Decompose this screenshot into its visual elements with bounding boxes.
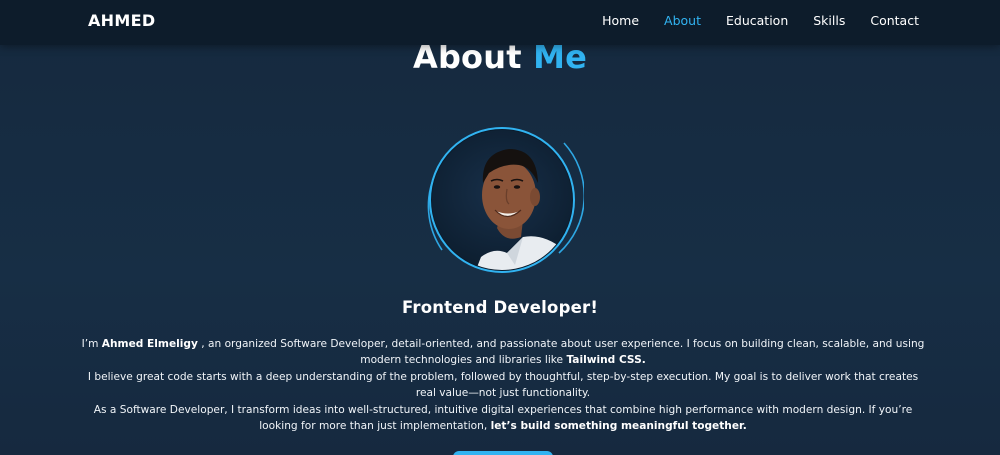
bio-p1-before: I’m [81,338,102,350]
bio-cta-text: let’s build something meaningful togethe… [490,420,747,433]
nav-link-education[interactable]: Education [726,13,788,28]
nav-link-about[interactable]: About [664,13,701,28]
bio-p1-after: , an organized Software Developer, detai… [197,338,925,367]
bio-tech: Tailwind CSS. [566,354,646,367]
bio-text: I’m Ahmed Elmeligy , an organized Softwa… [80,336,926,434]
avatar-portrait-image [427,127,584,273]
role-title: Frontend Developer! [401,298,599,317]
navbar: AHMED Home About Education Skills Contac… [0,0,1000,45]
page: AHMED Home About Education Skills Contac… [0,0,1000,455]
nav-link-skills[interactable]: Skills [813,13,845,28]
nav-links: Home About Education Skills Contact [577,13,919,28]
nav-link-home[interactable]: Home [602,13,639,28]
bio-p2: I believe great code starts with a deep … [87,370,919,400]
avatar [419,125,584,275]
brand-logo[interactable]: AHMED [88,11,155,30]
nav-link-contact[interactable]: Contact [870,13,919,28]
contact-button[interactable] [453,451,553,455]
bio-name: Ahmed Elmeligy [101,338,198,350]
